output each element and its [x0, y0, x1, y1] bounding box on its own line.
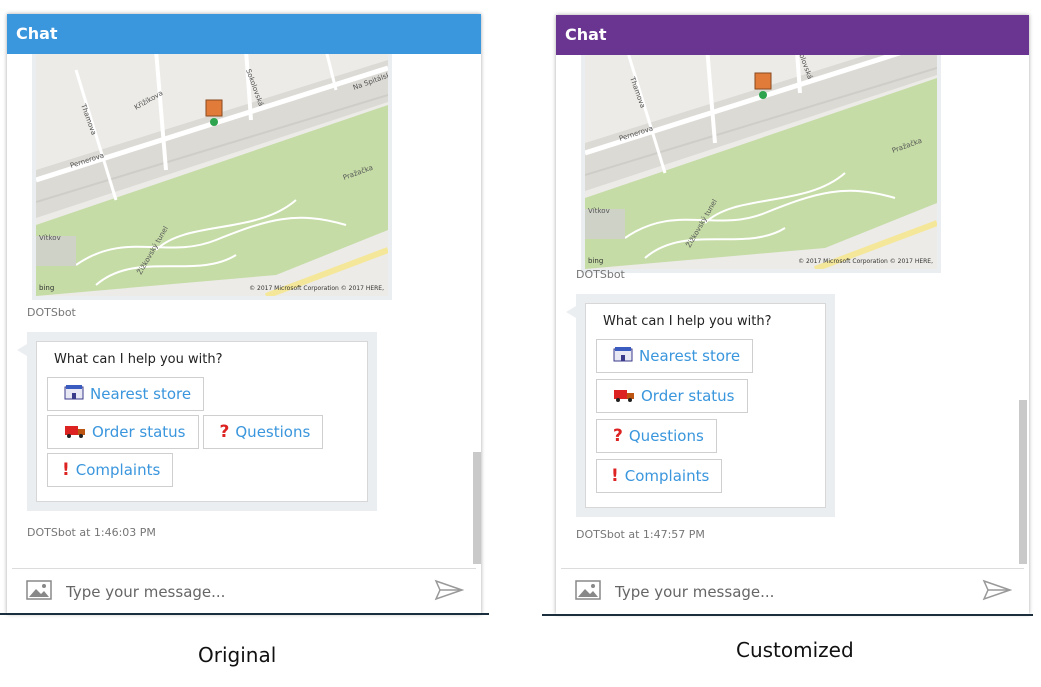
- map-bing-logo: bing: [588, 257, 603, 265]
- message-timestamp: DOTSbot at 1:46:03 PM: [27, 526, 156, 539]
- questions-label: Questions: [628, 427, 704, 445]
- complaints-label: Complaints: [624, 467, 710, 485]
- map-bing-logo: bing: [39, 284, 54, 292]
- chat-panel-customized: Chat Thamova Sokolovská Pernerova Pražač…: [556, 15, 1029, 614]
- chat-header-title: Chat: [16, 24, 58, 43]
- nearest-store-label: Nearest store: [90, 385, 192, 403]
- message-input[interactable]: [64, 581, 434, 602]
- message-timestamp: DOTSbot at 1:47:57 PM: [576, 528, 705, 541]
- send-icon[interactable]: [434, 579, 465, 605]
- caption-original: Original: [198, 643, 277, 667]
- map-card[interactable]: Thamova Sokolovská Pernerova Pražačka Ví…: [581, 55, 941, 273]
- image-upload-icon[interactable]: [575, 579, 601, 604]
- questions-button[interactable]: ? Questions: [596, 419, 717, 453]
- map-card[interactable]: Thamova Křižíkova Sokolovská Na Spitálsk…: [32, 54, 392, 300]
- map-image: Thamova Křižíkova Sokolovská Na Spitálsk…: [36, 54, 388, 296]
- chat-panel-original: Chat Thamova Křižíkova Sokolovská Na Spi…: [7, 14, 481, 614]
- message-history[interactable]: Thamova Sokolovská Pernerova Pražačka Ví…: [556, 55, 1029, 564]
- store-icon: [64, 384, 84, 404]
- question-icon: ?: [219, 422, 230, 442]
- questions-button[interactable]: ? Questions: [202, 415, 324, 449]
- order-status-label: Order status: [641, 387, 735, 405]
- message-input[interactable]: [613, 581, 982, 602]
- input-bar: [561, 568, 1024, 614]
- send-icon[interactable]: [982, 579, 1013, 605]
- truck-icon: [64, 422, 86, 442]
- nearest-store-button[interactable]: Nearest store: [47, 377, 205, 411]
- prompt-text: What can I help you with?: [54, 352, 223, 367]
- order-status-label: Order status: [92, 423, 186, 441]
- order-status-button[interactable]: Order status: [47, 415, 199, 449]
- input-bar: [12, 568, 476, 614]
- exclamation-icon: !: [62, 460, 70, 480]
- scrollbar[interactable]: [1019, 400, 1027, 564]
- map-copyright: © 2017 Microsoft Corporation © 2017 HERE…: [249, 285, 384, 292]
- truck-icon: [613, 386, 635, 406]
- scrollbar[interactable]: [473, 452, 481, 564]
- order-status-button[interactable]: Order status: [596, 379, 748, 413]
- suggested-actions-card: What can I help you with? Nearest store …: [17, 332, 377, 511]
- caption-customized: Customized: [736, 638, 854, 662]
- suggested-actions-card: What can I help you with? Nearest store …: [566, 294, 835, 517]
- question-icon: ?: [613, 426, 623, 446]
- message-history[interactable]: Thamova Křižíkova Sokolovská Na Spitálsk…: [7, 54, 481, 564]
- nearest-store-label: Nearest store: [639, 347, 741, 365]
- nearest-store-button[interactable]: Nearest store: [596, 339, 754, 373]
- chat-header-title: Chat: [565, 25, 607, 44]
- underline-left: [0, 613, 489, 615]
- prompt-text: What can I help you with?: [603, 314, 772, 329]
- suggested-actions-bubble: What can I help you with? Nearest store …: [36, 341, 368, 502]
- complaints-button[interactable]: ! Complaints: [47, 453, 174, 487]
- map-image: Thamova Sokolovská Pernerova Pražačka Ví…: [585, 55, 937, 269]
- exclamation-icon: !: [611, 466, 619, 486]
- map-label-street7: Vítkov: [39, 234, 61, 242]
- underline-right: [542, 614, 1033, 616]
- questions-label: Questions: [235, 423, 311, 441]
- map-sender-label: DOTSbot: [576, 268, 625, 281]
- chat-header: Chat: [7, 14, 481, 54]
- map-copyright: © 2017 Microsoft Corporation © 2017 HERE…: [798, 258, 933, 265]
- map-label-street7: Vítkov: [588, 207, 610, 215]
- complaints-label: Complaints: [75, 461, 161, 479]
- complaints-button[interactable]: ! Complaints: [596, 459, 723, 493]
- map-sender-label: DOTSbot: [27, 306, 76, 319]
- store-icon: [613, 346, 633, 366]
- chat-header: Chat: [556, 15, 1029, 55]
- suggested-actions-bubble: What can I help you with? Nearest store …: [585, 303, 826, 508]
- image-upload-icon[interactable]: [26, 579, 52, 604]
